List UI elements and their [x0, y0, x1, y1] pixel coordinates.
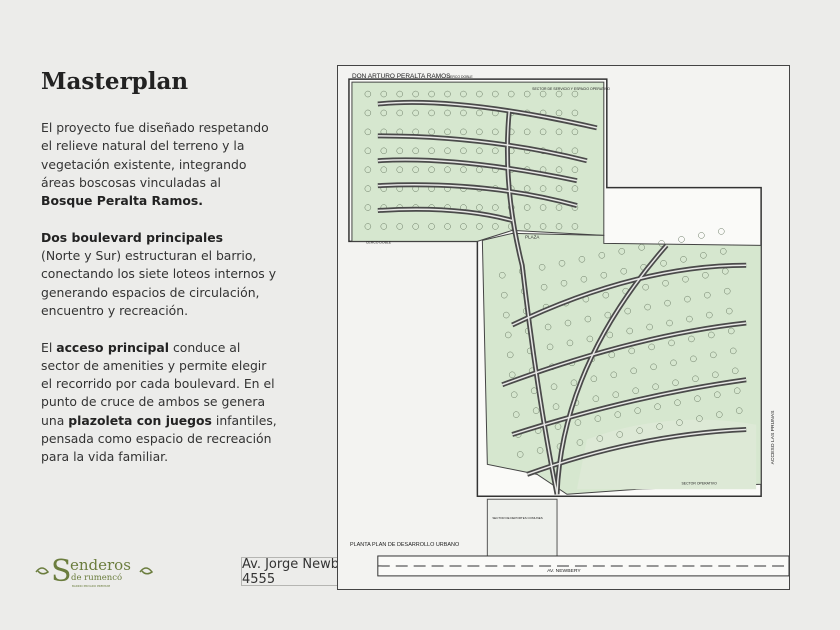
- intro-text: El proyecto fue diseñado respetando el r…: [41, 120, 269, 190]
- logo-tagline: BARRIO PRIVADO PREMIUM: [72, 584, 111, 588]
- intro-bold: Bosque Peralta Ramos.: [41, 193, 203, 209]
- access-text-1: El: [41, 339, 57, 355]
- masterplan-map: DON ARTURO PERALTA RAMOS CERCO DOBLE CER…: [337, 65, 790, 590]
- paragraph-access: El acceso principal conduce al sector de…: [41, 339, 281, 467]
- boulevards-bold: Dos boulevard principales: [41, 229, 223, 245]
- page-title: Masterplan: [41, 68, 189, 95]
- map-label-plaza: PLAZA: [525, 234, 539, 239]
- map-label-acceso: ACCESO LAS PRUNAS: [770, 410, 776, 465]
- paragraph-boulevards: Dos boulevard principales (Norte y Sur) e…: [41, 229, 281, 320]
- access-bold: acceso principal: [56, 339, 169, 355]
- map-label-servicio: SECTOR DE SERVICIO Y ESPACIO OPERATIVO: [532, 87, 610, 91]
- description: El proyecto fue diseñado respetando el r…: [41, 119, 281, 485]
- map-label-sector-operativo: SECTOR OPERATIVO: [681, 481, 717, 485]
- logo-initial: S: [51, 554, 72, 589]
- map-label-cerco-2: CERCO DOBLE: [366, 240, 392, 244]
- map-label-header: DON ARTURO PERALTA RAMOS: [352, 73, 451, 80]
- paragraph-intro: El proyecto fue diseñado respetando el r…: [41, 119, 281, 210]
- map-label-amenities: SECTOR DE DEPORTES COMUNES: [492, 516, 542, 520]
- logo-sub: de rumencó: [71, 572, 122, 583]
- logo: S enderos de rumencó BARRIO PRIVADO PREM…: [34, 552, 156, 592]
- boulevards-text: (Norte y Sur) estructuran el barrio, con…: [41, 248, 277, 318]
- map-label-footer: PLANTA PLAN DE DESARROLLO URBANO: [350, 542, 459, 548]
- map-label-avenue: AV. NEWBERY: [547, 568, 581, 574]
- logo-name: enderos: [70, 556, 131, 574]
- map-label-cerco: CERCO DOBLE: [448, 75, 474, 79]
- plaza-bold: plazoleta con juegos: [68, 412, 212, 428]
